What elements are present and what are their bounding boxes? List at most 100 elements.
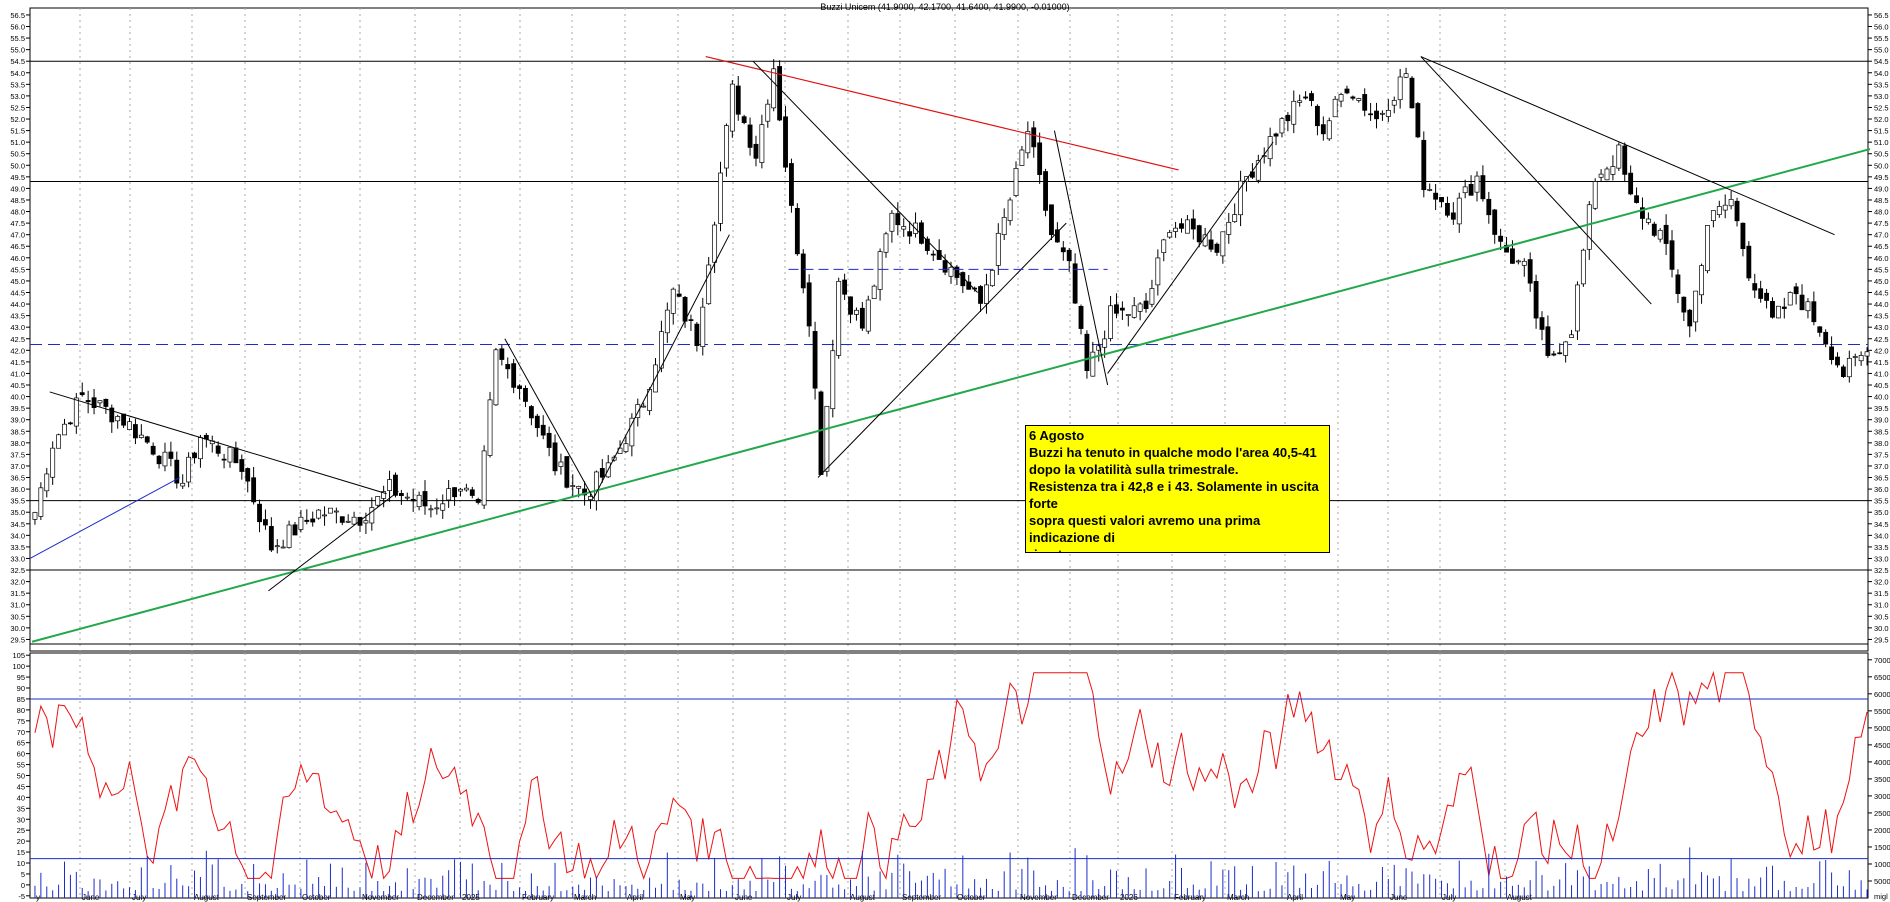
y-tick-label: 48.0 [1874, 208, 1889, 217]
candle-body [1486, 198, 1492, 216]
candle-body [339, 516, 345, 523]
y-tick-label: 39.0 [10, 416, 25, 425]
candle-body [812, 331, 818, 389]
candle-body [1439, 196, 1444, 203]
candle-body [718, 172, 723, 224]
volume-unit-label: migl [1874, 892, 1888, 901]
note-line: Buzzi ha tenuto in qualche modo l'area 4… [1029, 445, 1317, 460]
volume-tick-label: 10000 [1874, 860, 1890, 869]
candle-body [469, 489, 475, 496]
candle-body [664, 309, 670, 334]
y-tick-label: 37.5 [10, 450, 25, 459]
candle-body [1314, 105, 1320, 127]
y-tick-label: 35.0 [10, 508, 25, 517]
candle-body [333, 510, 339, 513]
candle-body [1515, 260, 1521, 263]
candle-body [806, 282, 812, 327]
candle-body [854, 309, 859, 315]
candle-body [505, 364, 511, 370]
candle-body [1125, 314, 1131, 316]
candle-body [1829, 346, 1835, 361]
y-tick-label: 46.0 [10, 254, 25, 263]
y-tick-label: 44.5 [10, 288, 25, 297]
candle-body [848, 296, 853, 315]
candle-body [517, 385, 522, 390]
candle-body [150, 445, 156, 455]
candle-body [765, 103, 771, 122]
y-tick-label: 51.0 [1874, 138, 1889, 147]
trendline [1420, 56, 1652, 305]
x-tick-label: April [1287, 893, 1303, 902]
candle-body [1196, 225, 1202, 243]
candle-body [1817, 326, 1823, 333]
y-tick-label: 41.5 [10, 358, 25, 367]
candle-body [1285, 114, 1291, 122]
note-line: ripartenza. [1029, 546, 1326, 552]
y-tick-label: 51.5 [10, 127, 25, 136]
candle-body [186, 456, 192, 483]
x-tick-label: August [1507, 893, 1533, 902]
candle-body [475, 499, 481, 503]
candle-body [1350, 96, 1356, 99]
candle-body [528, 406, 534, 419]
y-tick-label: 36.0 [1874, 485, 1889, 494]
candle-body [1775, 305, 1781, 319]
x-tick-label: July [1442, 893, 1456, 902]
candle-body [1746, 245, 1752, 279]
x-tick-label: July [787, 893, 801, 902]
candle-body [889, 212, 895, 232]
candle-body [156, 455, 162, 465]
volume-tick-label: 35000 [1874, 775, 1890, 784]
candle-body [481, 450, 487, 506]
candle-body [1840, 366, 1846, 377]
candle-body [1208, 239, 1214, 250]
candle-body [1190, 218, 1196, 230]
candle-body [1764, 292, 1769, 301]
y-tick-label: 49.0 [1874, 184, 1889, 193]
candle-body [558, 461, 564, 467]
candle-body [387, 479, 392, 491]
candle-body [79, 392, 85, 396]
candle-body [1450, 212, 1456, 220]
y-tick-label: 50.0 [1874, 161, 1889, 170]
candle-body [32, 512, 38, 520]
x-tick-label: June [82, 893, 100, 902]
osc-tick-label: 95 [17, 673, 25, 682]
candle-body [1114, 304, 1119, 314]
y-tick-label: 39.0 [1874, 416, 1889, 425]
y-tick-label: 53.5 [10, 80, 25, 89]
y-tick-label: 43.0 [1874, 323, 1889, 332]
y-tick-label: 31.5 [1874, 589, 1889, 598]
candle-body [493, 349, 499, 406]
osc-tick-label: 50 [17, 772, 25, 781]
candle-body [836, 281, 842, 356]
y-tick-label: 42.5 [10, 335, 25, 344]
candle-body [1598, 173, 1604, 178]
candle-body [375, 496, 381, 506]
candle-body [1480, 175, 1486, 200]
candle-body [1770, 301, 1775, 318]
candle-body [1409, 77, 1415, 109]
note-line: 6 Agosto [1029, 428, 1085, 443]
y-tick-label: 37.0 [10, 462, 25, 471]
y-tick-label: 39.5 [1874, 404, 1889, 413]
candle-body [499, 348, 505, 360]
candle-body [783, 116, 788, 168]
osc-tick-label: 40 [17, 793, 25, 802]
y-tick-label: 32.0 [10, 578, 25, 587]
candle-body [227, 446, 233, 463]
candle-body [1279, 118, 1285, 134]
candle-body [735, 85, 741, 115]
trendline [504, 338, 594, 499]
y-tick-label: 47.0 [10, 231, 25, 240]
y-tick-label: 44.0 [1874, 300, 1889, 309]
volume-tick-label: 50000 [1874, 724, 1890, 733]
candle-body [1563, 341, 1569, 356]
candle-body [38, 487, 44, 517]
candle-body [1793, 286, 1799, 295]
y-tick-label: 33.0 [1874, 554, 1889, 563]
y-tick-label: 45.0 [1874, 277, 1889, 286]
candle-body [1651, 223, 1657, 236]
candle-body [1604, 168, 1610, 181]
candle-body [552, 442, 558, 472]
